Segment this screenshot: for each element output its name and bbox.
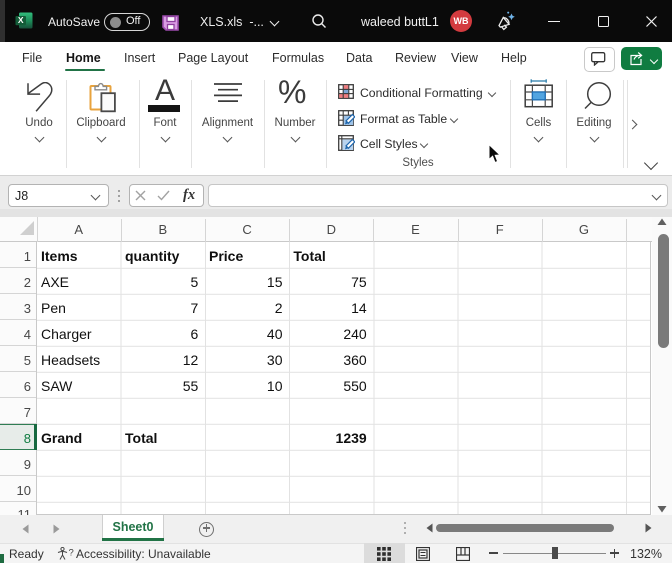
svg-text:X: X: [18, 15, 24, 25]
svg-text:?: ?: [69, 547, 74, 558]
